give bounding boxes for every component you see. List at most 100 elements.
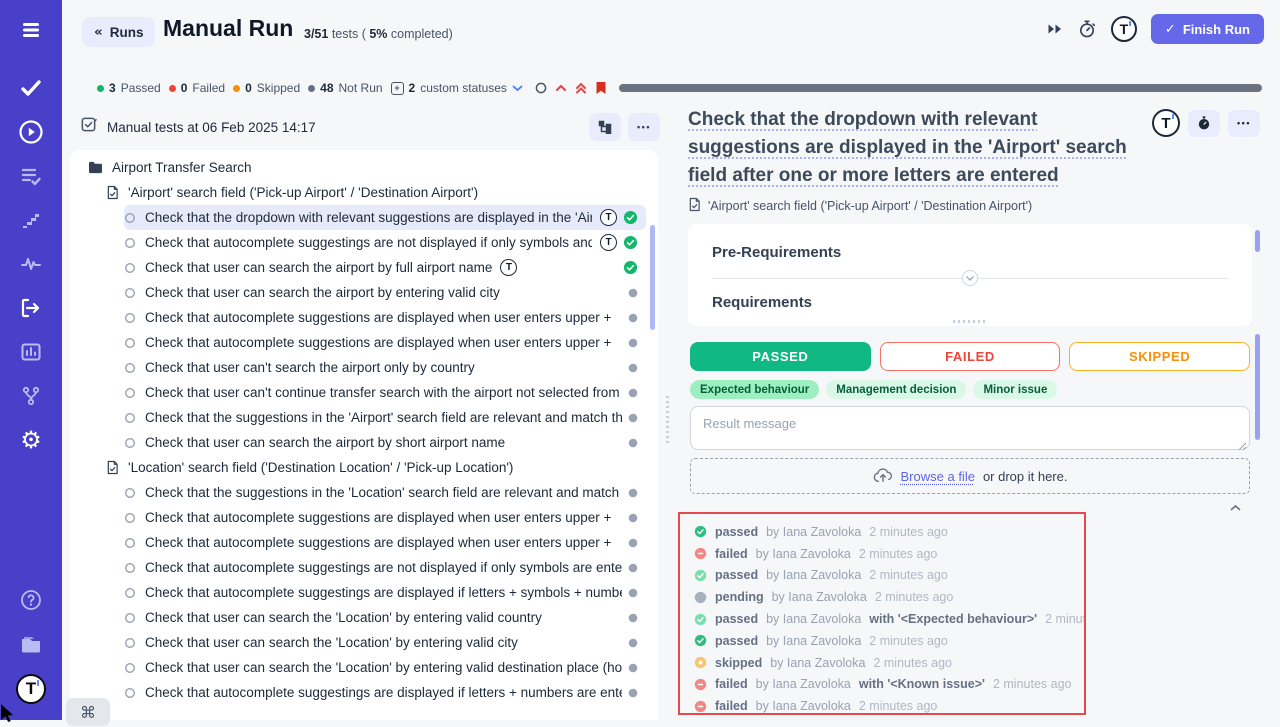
tree-row[interactable]: Check that user can search the 'Location… (124, 630, 646, 655)
help-icon[interactable] (17, 586, 45, 614)
check-icon: ✓ (1165, 22, 1176, 37)
activity-entry: failed by Iana Zavoloka 2 minutes ago (694, 543, 1070, 565)
activity-status-word: failed (715, 699, 748, 713)
finish-run-button[interactable]: ✓ Finish Run (1151, 14, 1264, 44)
tree-row[interactable]: Check that user can search the airport b… (124, 430, 646, 455)
row-type-icon (124, 387, 136, 399)
tree-row[interactable]: 'Location' search field ('Destination Lo… (106, 455, 646, 480)
testomat-test-icon[interactable]: T (1152, 109, 1180, 137)
row-type-icon (124, 287, 136, 299)
tree-title: Manual tests at 06 Feb 2025 14:17 (107, 120, 316, 135)
failed-button[interactable]: FAILED (880, 342, 1061, 371)
row-status-icon (628, 563, 638, 573)
tree-row[interactable]: Airport Transfer Search (88, 155, 646, 180)
activity-status-word: passed (715, 525, 758, 539)
command-palette-button[interactable]: ⌘ (66, 698, 110, 726)
timer-icon[interactable] (1077, 19, 1097, 39)
row-status-icon (623, 235, 638, 250)
tree-row-label: Check that user can search the airport b… (145, 285, 500, 300)
passed-button[interactable]: PASSED (690, 342, 871, 371)
tree-row[interactable]: Check that autocomplete suggestions are … (124, 305, 646, 330)
custom-statuses-dropdown[interactable]: + 2custom statuses (391, 81, 523, 95)
back-to-runs-button[interactable]: « Runs (82, 17, 155, 47)
tree-row[interactable]: Check that autocomplete suggestions are … (124, 530, 646, 555)
tree-row-label: Check that user can search the airport b… (145, 435, 505, 450)
docs-library-icon[interactable] (17, 630, 45, 658)
tree-row[interactable]: Check that user can search the airport b… (124, 255, 646, 280)
tree-scrollbar[interactable] (650, 225, 655, 330)
tag-expected-behaviour[interactable]: Expected behaviour (690, 380, 819, 399)
analytics-icon[interactable] (17, 338, 45, 366)
tree-row-label: Check that autocomplete suggestings are … (145, 585, 622, 600)
row-status-icon (628, 313, 638, 323)
row-status-icon (628, 613, 638, 623)
activity-status-word: pending (715, 590, 764, 604)
test-more-button[interactable]: ••• (1228, 110, 1260, 137)
tree-row[interactable]: Check that autocomplete suggestions are … (124, 330, 646, 355)
tag-minor-issue[interactable]: Minor issue (973, 380, 1057, 399)
tree-row[interactable]: Check that the suggestions in the 'Locat… (124, 480, 646, 505)
fast-forward-icon[interactable] (1047, 23, 1063, 35)
tree-row[interactable]: Check that user can't search the airport… (124, 355, 646, 380)
row-type-icon (124, 562, 136, 574)
detail-scrollbar-lower[interactable] (1255, 334, 1260, 440)
result-message-input[interactable] (690, 406, 1250, 450)
notrun-dot-icon (308, 85, 315, 92)
detail-scrollbar-upper[interactable] (1255, 230, 1260, 252)
tree-row[interactable]: Check that autocomplete suggestings are … (124, 580, 646, 605)
activity-entry: passed by Iana Zavoloka 2 minutes ago (694, 521, 1070, 543)
tree-panel-header: Manual tests at 06 Feb 2025 14:17 ••• (80, 112, 660, 142)
bookmark-icon[interactable] (595, 81, 607, 95)
tree-more-button[interactable]: ••• (628, 113, 660, 141)
tree-row[interactable]: Check that the dropdown with relevant su… (124, 205, 646, 230)
skipped-button[interactable]: SKIPPED (1069, 342, 1250, 371)
notrun-stat: 48Not Run (308, 81, 382, 95)
activity-entry: pending by Iana Zavoloka 2 minutes ago (694, 586, 1070, 608)
tests-check-icon[interactable] (17, 74, 45, 102)
tree-row[interactable]: Check that autocomplete suggestings are … (124, 555, 646, 580)
tree-row[interactable]: Check that autocomplete suggestings are … (124, 230, 646, 255)
timer-button[interactable] (1188, 110, 1220, 137)
test-title[interactable]: Check that the dropdown with relevant su… (688, 106, 1153, 190)
panel-resize-handle[interactable] (666, 396, 669, 446)
branches-icon[interactable] (17, 382, 45, 410)
card-resize-handle[interactable] (953, 320, 987, 323)
collapse-knob-icon[interactable] (962, 270, 978, 286)
steps-icon[interactable] (17, 206, 45, 234)
menu-icon[interactable] (17, 16, 45, 44)
test-plans-icon[interactable] (17, 162, 45, 190)
tree-view-toggle-button[interactable] (589, 113, 621, 141)
pulse-icon[interactable] (17, 250, 45, 278)
tree-row[interactable]: Check that user can't continue transfer … (124, 380, 646, 405)
tree-row-label: Check that user can't search the airport… (145, 360, 475, 375)
activity-entry: passed by Iana Zavoloka with '<Expected … (694, 608, 1070, 630)
browse-file-link[interactable]: Browse a file (901, 469, 975, 484)
test-breadcrumb[interactable]: 'Airport' search field ('Pick-up Airport… (688, 197, 1032, 215)
activity-entry: skipped by Iana Zavoloka 2 minutes ago (694, 652, 1070, 674)
section-divider (712, 278, 1228, 279)
tree-row[interactable]: Check that autocomplete suggestings are … (124, 680, 646, 705)
priority-none-icon[interactable] (535, 82, 547, 94)
testomat-logo[interactable]: T (16, 674, 46, 704)
row-type-icon (124, 587, 136, 599)
settings-gear-icon[interactable]: ⚙ (17, 426, 45, 454)
tree-row[interactable]: Check that autocomplete suggestions are … (124, 505, 646, 530)
file-dropzone[interactable]: Browse a file or drop it here. (690, 458, 1250, 494)
activity-entry: failed by Iana Zavoloka with '<Known iss… (694, 674, 1070, 696)
priority-highest-icon[interactable] (575, 82, 587, 94)
priority-high-icon[interactable] (555, 84, 567, 92)
row-status-icon (628, 663, 638, 673)
tag-management-decision[interactable]: Management decision (826, 380, 966, 399)
tree-row[interactable]: Check that user can search the 'Location… (124, 605, 646, 630)
runs-play-icon[interactable] (17, 118, 45, 146)
row-status-icon (628, 338, 638, 348)
tree-row[interactable]: Check that user can search the 'Location… (124, 655, 646, 680)
tree-row-label: Check that user can't continue transfer … (145, 385, 622, 400)
tree-row[interactable]: 'Airport' search field ('Pick-up Airport… (106, 180, 646, 205)
annotation-highlight: passed by Iana Zavoloka 2 minutes ago fa… (678, 512, 1086, 715)
tree-row[interactable]: Check that the suggestions in the 'Airpo… (124, 405, 646, 430)
testomat-avatar-icon[interactable]: T (1111, 16, 1137, 42)
tree-row[interactable]: Check that user can search the airport b… (124, 280, 646, 305)
import-icon[interactable] (17, 294, 45, 322)
collapse-history-icon[interactable] (1230, 498, 1241, 516)
